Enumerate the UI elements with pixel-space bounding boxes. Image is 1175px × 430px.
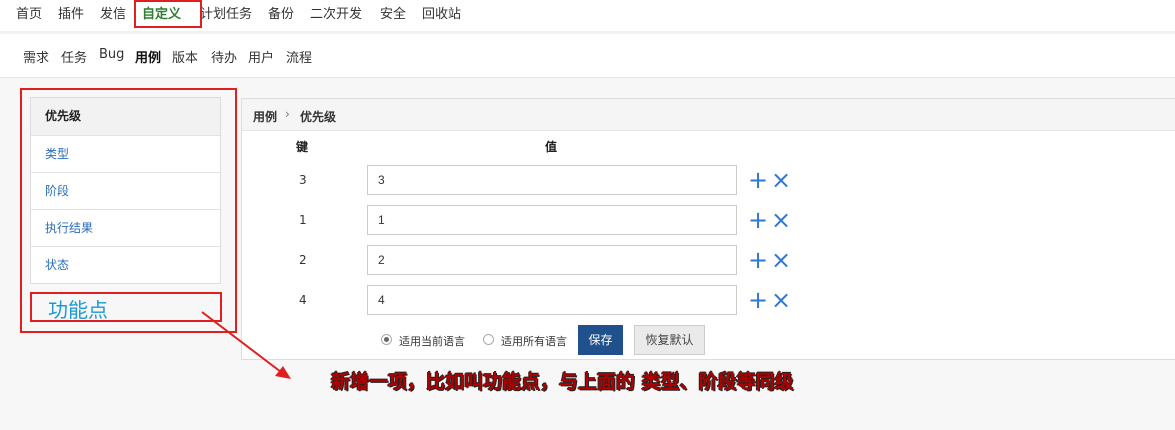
- value-input[interactable]: [367, 205, 737, 235]
- close-icon[interactable]: ×: [771, 248, 791, 272]
- nav-backup[interactable]: 备份: [268, 3, 294, 22]
- breadcrumb: 用例 › 优先级: [242, 99, 1175, 131]
- breadcrumb-separator: ›: [285, 107, 290, 121]
- plus-icon[interactable]: +: [748, 288, 768, 312]
- subnav-flow[interactable]: 流程: [286, 47, 312, 66]
- save-button[interactable]: 保存: [578, 325, 623, 355]
- annotation-note: 新增一项，比如叫功能点，与上面的 类型、阶段等同级: [331, 371, 794, 393]
- plus-icon[interactable]: +: [748, 168, 768, 192]
- nav-dev[interactable]: 二次开发: [310, 3, 362, 22]
- radio-all-languages-label: 适用所有语言: [501, 335, 567, 348]
- annotation-feature-label: 功能点: [48, 298, 108, 322]
- close-icon[interactable]: ×: [771, 208, 791, 232]
- value-input[interactable]: [367, 285, 737, 315]
- row-key: 1: [299, 213, 307, 227]
- subnav-task[interactable]: 任务: [61, 47, 87, 66]
- annotation-box-custom-nav: [134, 0, 202, 28]
- plus-icon[interactable]: +: [748, 248, 768, 272]
- radio-all-languages[interactable]: [483, 334, 494, 345]
- nav-mail[interactable]: 发信: [100, 3, 126, 22]
- sub-navigation: 需求 任务 Bug 用例 版本 待办 用户 流程: [0, 34, 1175, 78]
- subnav-build[interactable]: 版本: [172, 47, 198, 66]
- row-key: 2: [299, 253, 307, 267]
- row-key: 4: [299, 293, 307, 307]
- key-column-header: 键: [296, 140, 309, 154]
- subnav-user[interactable]: 用户: [248, 47, 274, 66]
- value-column-header: 值: [545, 140, 558, 154]
- subnav-bug[interactable]: Bug: [99, 47, 124, 62]
- radio-current-language-label: 适用当前语言: [399, 335, 465, 348]
- nav-trash[interactable]: 回收站: [422, 3, 461, 22]
- subnav-testcase[interactable]: 用例: [135, 47, 161, 66]
- breadcrumb-parent[interactable]: 用例: [253, 108, 277, 125]
- close-icon[interactable]: ×: [771, 288, 791, 312]
- subnav-todo[interactable]: 待办: [211, 47, 237, 66]
- nav-plugins[interactable]: 插件: [58, 3, 84, 22]
- row-key: 3: [299, 173, 307, 187]
- breadcrumb-current: 优先级: [300, 110, 337, 124]
- plus-icon[interactable]: +: [748, 208, 768, 232]
- value-input[interactable]: [367, 165, 737, 195]
- annotation-arrow: [201, 311, 291, 379]
- radio-current-language[interactable]: [381, 334, 392, 345]
- reset-default-button[interactable]: 恢复默认: [634, 325, 705, 355]
- value-input[interactable]: [367, 245, 737, 275]
- close-icon[interactable]: ×: [771, 168, 791, 192]
- nav-home[interactable]: 首页: [16, 3, 42, 22]
- subnav-story[interactable]: 需求: [23, 47, 49, 66]
- nav-scheduled-tasks[interactable]: 计划任务: [200, 3, 252, 22]
- nav-security[interactable]: 安全: [380, 3, 406, 22]
